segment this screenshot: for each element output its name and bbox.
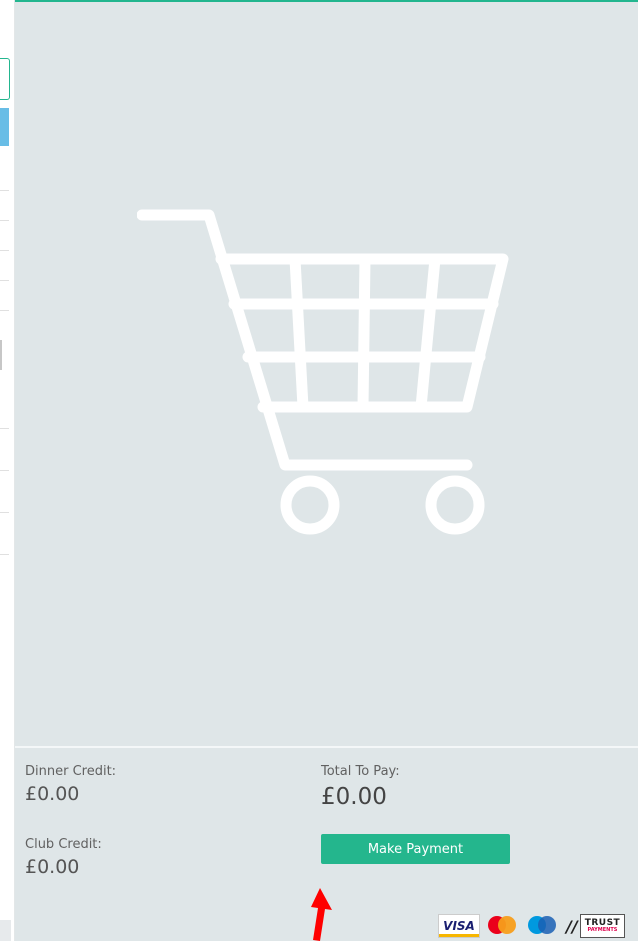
dinner-credit-value: £0.00	[25, 783, 80, 805]
left-panel-edge	[0, 0, 15, 941]
mastercard-logo	[486, 914, 520, 938]
total-to-pay-value: £0.00	[321, 784, 387, 810]
left-input-edge[interactable]	[0, 58, 10, 100]
club-credit-value: £0.00	[25, 856, 80, 878]
left-row-divider	[0, 220, 9, 221]
trust-payments-mark-icon: //	[566, 916, 578, 936]
left-row-divider	[0, 310, 9, 311]
summary-divider	[15, 746, 638, 748]
dinner-credit-label: Dinner Credit:	[25, 764, 117, 779]
left-selected-row-edge[interactable]	[0, 108, 9, 146]
left-row-divider	[0, 512, 9, 513]
cart-panel: Dinner Credit: £0.00 Club Credit: £0.00 …	[15, 0, 638, 941]
left-footer-edge	[0, 920, 11, 941]
maestro-logo	[526, 914, 560, 938]
shopping-cart-icon	[137, 209, 509, 535]
club-credit-label: Club Credit:	[25, 837, 102, 852]
red-arrow-icon	[311, 888, 332, 941]
left-row-divider	[0, 280, 9, 281]
left-row-divider	[0, 554, 9, 555]
left-control-edge[interactable]	[0, 340, 2, 370]
left-row-divider	[0, 250, 9, 251]
trust-logo-line2: PAYMENTS	[587, 927, 618, 933]
left-row-divider	[0, 470, 9, 471]
accepted-cards: VISA // TRUST PAYMENTS	[438, 914, 626, 938]
total-to-pay-label: Total To Pay:	[321, 764, 400, 779]
visa-logo: VISA	[438, 914, 480, 938]
trust-payments-logo: TRUST PAYMENTS	[579, 914, 626, 938]
make-payment-button[interactable]: Make Payment	[321, 834, 510, 864]
left-row-divider	[0, 428, 9, 429]
left-row-divider	[0, 190, 9, 191]
